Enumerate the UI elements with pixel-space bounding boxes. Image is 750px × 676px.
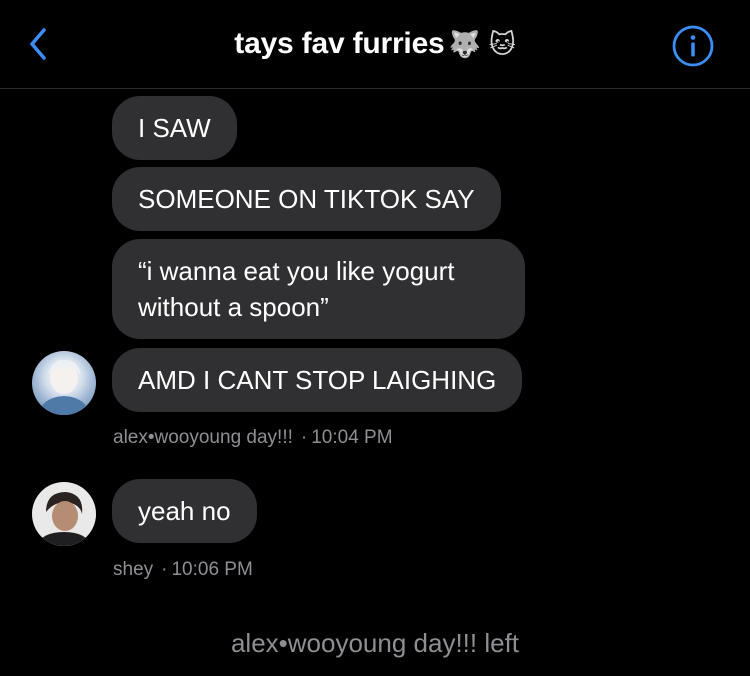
message-bubble[interactable]: yeah no bbox=[112, 479, 257, 543]
meta-separator: · bbox=[161, 559, 168, 580]
avatar[interactable] bbox=[32, 482, 96, 546]
info-circle-icon bbox=[672, 25, 714, 67]
message-bubble[interactable]: SOMEONE ON TIKTOK SAY bbox=[112, 167, 501, 231]
avatar-image bbox=[32, 482, 96, 546]
message-bubble[interactable]: AMD I CANT STOP LAIGHING bbox=[112, 348, 523, 412]
message-time: 10:04 PM bbox=[311, 427, 393, 448]
message-meta: alex•wooyoung day!!! · 10:04 PM bbox=[113, 427, 393, 449]
message-meta: shey · 10:06 PM bbox=[113, 559, 253, 581]
sender-name: alex•wooyoung day!!! bbox=[113, 427, 293, 448]
avatar[interactable] bbox=[32, 351, 96, 415]
info-button[interactable] bbox=[671, 24, 715, 68]
conversation-header: tays fav furries 🐺 🐱 bbox=[0, 0, 750, 89]
avatar-image bbox=[38, 359, 90, 415]
conversation-title-text: tays fav furries bbox=[234, 27, 445, 60]
meta-separator: · bbox=[300, 427, 308, 448]
title-emoji: 🐺 🐱 bbox=[448, 30, 516, 60]
message-time: 10:06 PM bbox=[171, 559, 253, 580]
message-bubble[interactable]: I SAW bbox=[112, 96, 237, 160]
message-bubble[interactable]: “i wanna eat you like yogurt without a s… bbox=[112, 239, 525, 339]
system-message: alex•wooyoung day!!! left bbox=[230, 628, 520, 658]
sender-name: shey bbox=[113, 559, 154, 580]
conversation-title[interactable]: tays fav furries 🐺 🐱 bbox=[0, 24, 750, 65]
